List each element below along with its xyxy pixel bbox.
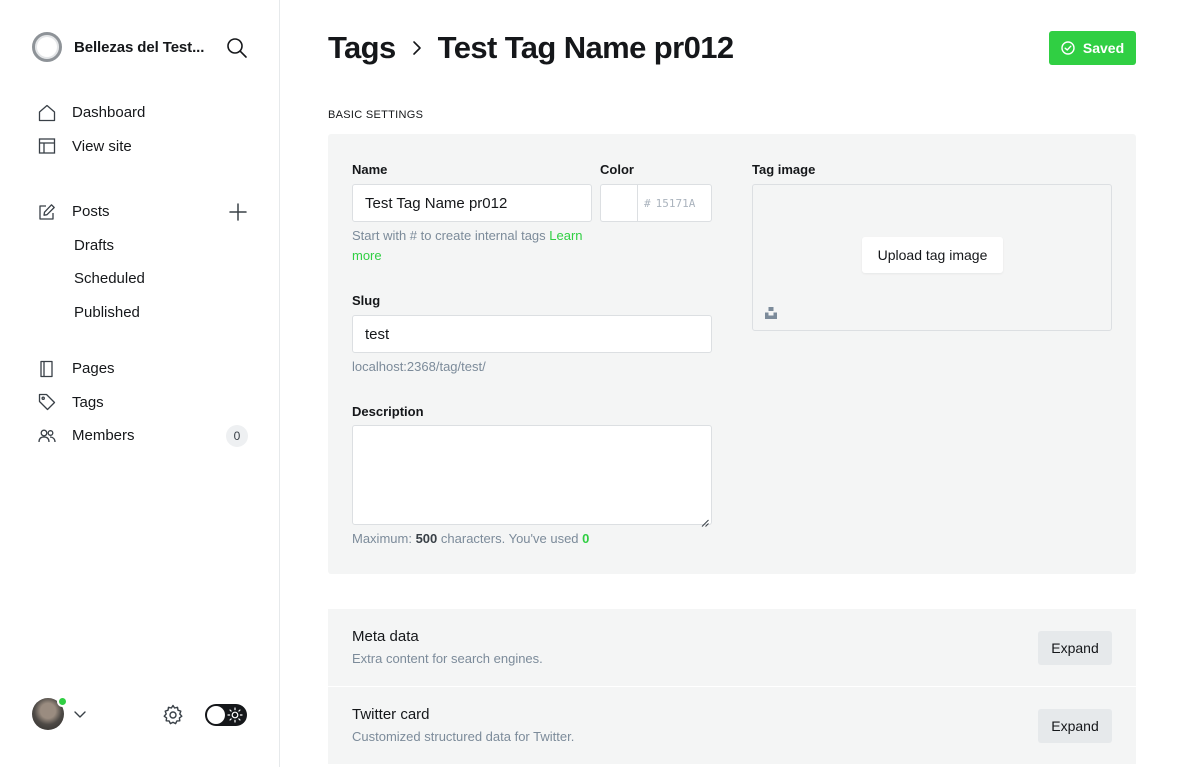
sun-icon — [227, 707, 243, 723]
slug-label: Slug — [352, 293, 381, 308]
twitter-card-section: Twitter card Customized structured data … — [328, 687, 1136, 764]
dark-mode-toggle[interactable] — [205, 704, 247, 726]
main-content: Tags Test Tag Name pr012 Saved Basic set… — [328, 0, 1136, 767]
search-icon[interactable] — [226, 37, 248, 59]
site-logo — [32, 32, 62, 62]
learn-more-link-part-2: more — [352, 248, 382, 263]
avatar[interactable] — [32, 696, 68, 730]
gear-icon[interactable] — [162, 704, 184, 726]
home-icon — [38, 104, 56, 122]
slug-url: localhost:2368/tag/test/ — [352, 359, 486, 374]
nav-item-label: Drafts — [74, 236, 115, 254]
new-post-plus-icon[interactable] — [228, 202, 248, 222]
description-label: Description — [352, 404, 424, 419]
save-button-label: Saved — [1082, 40, 1125, 56]
nav-item-posts[interactable]: Posts — [38, 195, 250, 229]
save-button[interactable]: Saved — [1049, 31, 1136, 65]
primary-nav: Dashboard View site — [38, 96, 250, 163]
site-name: Bellezas del Test... — [74, 38, 205, 56]
nav-item-label: View site — [72, 137, 132, 155]
section-label-basic-settings: Basic settings — [328, 109, 424, 121]
nav-item-label: Tags — [72, 393, 104, 411]
user-bar — [32, 696, 248, 732]
nav-item-label: Pages — [72, 360, 115, 378]
char-hint-prefix: Maximum: — [352, 531, 412, 546]
layout-icon — [38, 137, 56, 155]
color-swatch[interactable] — [600, 184, 638, 222]
page-title: Test Tag Name pr012 — [437, 30, 734, 65]
chevron-right-icon — [408, 39, 426, 57]
meta-data-expand-button[interactable]: Expand — [1038, 631, 1112, 665]
meta-data-description: Extra content for search engines. — [352, 651, 543, 666]
nav-item-label: Scheduled — [74, 270, 145, 288]
nav-item-pages[interactable]: Pages — [38, 352, 250, 386]
posts-nav: Posts Drafts Scheduled Published — [38, 195, 250, 329]
description-textarea[interactable] — [352, 425, 712, 527]
site-brand[interactable]: Bellezas del Test... — [32, 32, 204, 62]
chevron-down-icon[interactable] — [73, 707, 87, 721]
resize-grip-icon[interactable] — [701, 514, 709, 527]
nav-item-tags[interactable]: Tags — [38, 386, 250, 420]
learn-more-link-part-1: Learn — [549, 228, 583, 243]
breadcrumb: Tags Test Tag Name pr012 — [328, 28, 734, 68]
page-icon — [38, 360, 56, 378]
color-hash: # — [644, 196, 651, 210]
content-nav: Pages Tags Members 0 — [38, 352, 250, 453]
nav-item-members[interactable]: Members 0 — [38, 419, 250, 453]
tag-image-label: Tag image — [752, 162, 816, 177]
char-used: 0 — [582, 531, 590, 546]
meta-data-section: Meta data Extra content for search engin… — [328, 609, 1136, 686]
char-hint-middle: characters. You've used — [440, 531, 579, 546]
nav-item-dashboard[interactable]: Dashboard — [38, 96, 250, 130]
color-hex-input[interactable]: # 15171A — [637, 184, 712, 222]
unsplash-icon[interactable] — [764, 306, 778, 320]
nav-item-label: Published — [74, 303, 140, 321]
sidebar: Bellezas del Test... Dashboard View site… — [0, 0, 280, 767]
name-hint-text: Start with # to create internal tags — [352, 228, 546, 243]
toggle-knob — [207, 706, 225, 724]
nav-item-label: Members — [72, 427, 135, 445]
online-status-dot — [57, 696, 68, 707]
basic-settings-card: Name Test Tag Name pr012 Start with # to… — [328, 134, 1136, 574]
twitter-card-title: Twitter card — [352, 706, 430, 723]
nav-item-label: Dashboard — [72, 104, 146, 122]
description-char-counter: Maximum: 500 characters. You've used 0 — [352, 529, 589, 549]
color-label: Color — [600, 162, 634, 177]
members-count-badge: 0 — [226, 425, 248, 447]
tag-image-dropzone[interactable]: Upload tag image — [752, 184, 1112, 331]
nav-item-scheduled[interactable]: Scheduled — [38, 262, 250, 296]
check-circle-icon — [1061, 41, 1075, 55]
nav-item-view-site[interactable]: View site — [38, 130, 250, 164]
slug-input[interactable]: test — [352, 315, 712, 353]
tag-icon — [38, 393, 56, 411]
char-max: 500 — [415, 531, 438, 546]
name-hint: Start with # to create internal tags Lea… — [352, 226, 592, 266]
nav-item-published[interactable]: Published — [38, 296, 250, 330]
edit-icon — [38, 203, 56, 221]
name-input[interactable]: Test Tag Name pr012 — [352, 184, 592, 222]
twitter-card-expand-button[interactable]: Expand — [1038, 709, 1112, 743]
twitter-card-description: Customized structured data for Twitter. — [352, 729, 575, 744]
nav-item-drafts[interactable]: Drafts — [38, 229, 250, 263]
meta-data-title: Meta data — [352, 628, 419, 645]
members-icon — [38, 427, 56, 445]
color-hex-value: 15171A — [655, 196, 696, 210]
nav-item-label: Posts — [72, 203, 110, 221]
breadcrumb-tags-link[interactable]: Tags — [328, 30, 396, 66]
name-label: Name — [352, 162, 388, 177]
upload-tag-image-button[interactable]: Upload tag image — [862, 237, 1003, 273]
